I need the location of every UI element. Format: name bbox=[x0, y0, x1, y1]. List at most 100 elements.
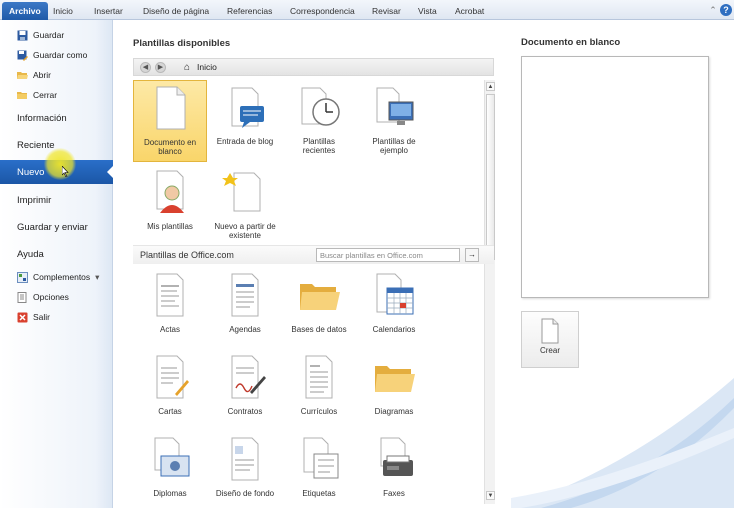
tab-inicio[interactable]: Inicio bbox=[53, 4, 73, 20]
back-icon[interactable]: ◀ bbox=[140, 61, 151, 73]
help-icon[interactable]: ? bbox=[720, 4, 732, 16]
office-template-actas[interactable]: Actas bbox=[133, 268, 207, 334]
office-templates-bar: Plantillas de Office.com Buscar plantill… bbox=[133, 245, 494, 264]
tile-label: Diseño de fondo bbox=[215, 488, 275, 498]
contract-icon bbox=[231, 355, 266, 399]
arrow-right-icon[interactable]: → bbox=[465, 248, 479, 262]
preview-panel: Documento en blanco Crear bbox=[511, 28, 734, 508]
office-section-title: Plantillas de Office.com bbox=[140, 250, 234, 260]
office-template-agendas[interactable]: Agendas bbox=[208, 268, 282, 334]
recent-templates-icon bbox=[301, 87, 340, 126]
folder-open-icon bbox=[17, 71, 28, 79]
office-template-diagramas[interactable]: Diagramas bbox=[357, 350, 431, 416]
office-template-curriculos[interactable]: Currículos bbox=[282, 350, 356, 416]
template-mis-plantillas[interactable]: Mis plantillas bbox=[133, 165, 207, 231]
tab-revisar[interactable]: Revisar bbox=[372, 4, 401, 20]
tab-correspondencia[interactable]: Correspondencia bbox=[290, 4, 355, 20]
diploma-icon bbox=[154, 437, 190, 477]
template-plantillas-de-ejemplo[interactable]: Plantillas de ejemplo bbox=[357, 80, 431, 156]
tab-acrobat[interactable]: Acrobat bbox=[455, 4, 484, 20]
office-search-input[interactable]: Buscar plantillas en Office.com bbox=[316, 248, 460, 262]
nav-salir[interactable]: Salir bbox=[0, 309, 113, 325]
templates-navbar: ◀ ▶ ⌂ Inicio bbox=[133, 58, 494, 76]
save-as-icon bbox=[17, 50, 28, 61]
tile-label: Plantillas bbox=[302, 136, 335, 146]
tab-archivo[interactable]: Archivo bbox=[2, 2, 48, 20]
save-icon bbox=[17, 30, 28, 40]
tile-label: Nuevo a partir de bbox=[214, 221, 276, 231]
tile-label: blanco bbox=[158, 147, 182, 156]
blog-post-icon bbox=[231, 87, 264, 128]
tile-label: Contratos bbox=[227, 406, 263, 416]
template-plantillas-recientes[interactable]: Plantillas recientes bbox=[282, 80, 356, 156]
tile-label: Faxes bbox=[383, 488, 405, 498]
tab-diseno-pagina[interactable]: Diseño de página bbox=[143, 4, 209, 20]
nav-cerrar[interactable]: Cerrar bbox=[0, 87, 113, 103]
template-nuevo-a-partir-de-existente[interactable]: Nuevo a partir de existente bbox=[208, 165, 282, 241]
backstage-nav: Guardar Guardar como Abrir Cerrar Inform… bbox=[0, 20, 113, 508]
chevron-up-icon[interactable]: ⌃ bbox=[707, 4, 719, 16]
office-template-contratos[interactable]: Contratos bbox=[208, 350, 282, 416]
forward-icon[interactable]: ▶ bbox=[155, 61, 166, 73]
nav-label: Complementos bbox=[33, 272, 91, 282]
dropdown-arrow-icon: ▾ bbox=[95, 271, 100, 282]
nav-opciones[interactable]: Opciones bbox=[0, 289, 113, 305]
scroll-down-icon[interactable]: ▼ bbox=[486, 491, 495, 500]
folder-icon bbox=[300, 284, 340, 310]
nav-label: Abrir bbox=[33, 70, 51, 80]
click-highlight bbox=[44, 148, 76, 180]
office-template-etiquetas[interactable]: Etiquetas bbox=[282, 432, 356, 498]
nav-guardar-enviar[interactable]: Guardar y enviar bbox=[0, 218, 113, 236]
nav-label: Salir bbox=[33, 312, 51, 322]
minutes-doc-icon bbox=[156, 273, 184, 317]
scroll-up-icon[interactable]: ▲ bbox=[486, 82, 495, 91]
nav-label: Nuevo bbox=[17, 166, 45, 178]
nav-label: Opciones bbox=[33, 292, 69, 302]
office-template-diseno-de-fondo[interactable]: Diseño de fondo bbox=[208, 432, 282, 498]
nav-guardar[interactable]: Guardar bbox=[0, 27, 113, 43]
nav-label: Imprimir bbox=[17, 194, 52, 206]
tile-label: Diplomas bbox=[153, 488, 187, 498]
breadcrumb[interactable]: Inicio bbox=[197, 62, 217, 72]
template-documento-en-blanco[interactable]: Documento en blanco bbox=[133, 80, 207, 162]
tile-label: Plantillas de bbox=[372, 136, 416, 146]
tile-label: Actas bbox=[159, 324, 180, 334]
addins-icon bbox=[17, 271, 28, 283]
nav-label: Guardar bbox=[33, 30, 65, 40]
vertical-scrollbar[interactable]: ▲ ▼ bbox=[484, 80, 495, 504]
scroll-thumb[interactable] bbox=[486, 94, 495, 260]
create-button[interactable]: Crear bbox=[521, 311, 579, 368]
tile-label: ejemplo bbox=[379, 146, 408, 155]
tab-referencias[interactable]: Referencias bbox=[227, 4, 272, 20]
nav-imprimir[interactable]: Imprimir bbox=[0, 191, 113, 209]
office-template-bases-de-datos[interactable]: Bases de datos bbox=[282, 268, 356, 334]
nav-label: Cerrar bbox=[33, 90, 58, 100]
nav-ayuda[interactable]: Ayuda bbox=[0, 245, 113, 263]
tile-label: recientes bbox=[302, 146, 336, 155]
office-template-calendarios[interactable]: Calendarios bbox=[357, 268, 431, 334]
office-template-faxes[interactable]: Faxes bbox=[357, 432, 431, 498]
tile-label: Cartas bbox=[158, 406, 182, 416]
panel-title: Plantillas disponibles bbox=[133, 38, 231, 49]
labels-icon bbox=[303, 437, 339, 479]
blank-document-icon bbox=[156, 86, 186, 130]
nav-informacion[interactable]: Información bbox=[0, 109, 113, 127]
tile-label: Diagramas bbox=[374, 406, 414, 416]
tile-label: Bases de datos bbox=[291, 324, 347, 334]
tile-label: Documento en bbox=[143, 137, 197, 147]
office-template-cartas[interactable]: Cartas bbox=[133, 350, 207, 416]
templates-panel: Plantillas disponibles ◀ ▶ ⌂ Inicio ▲ ▼ … bbox=[124, 28, 500, 506]
nav-complementos[interactable]: Complementos ▾ bbox=[0, 269, 113, 285]
template-entrada-de-blog[interactable]: Entrada de blog bbox=[208, 80, 282, 146]
office-template-diplomas[interactable]: Diplomas bbox=[133, 432, 207, 498]
nav-label: Información bbox=[17, 112, 67, 124]
nav-guardar-como[interactable]: Guardar como bbox=[0, 47, 113, 63]
tab-insertar[interactable]: Insertar bbox=[94, 4, 123, 20]
tab-vista[interactable]: Vista bbox=[418, 4, 437, 20]
my-templates-icon bbox=[156, 170, 184, 213]
nav-abrir[interactable]: Abrir bbox=[0, 67, 113, 83]
resume-icon bbox=[305, 355, 333, 399]
nav-label: Ayuda bbox=[17, 248, 44, 260]
home-icon[interactable]: ⌂ bbox=[184, 62, 190, 73]
tile-label: Currículos bbox=[300, 406, 338, 416]
